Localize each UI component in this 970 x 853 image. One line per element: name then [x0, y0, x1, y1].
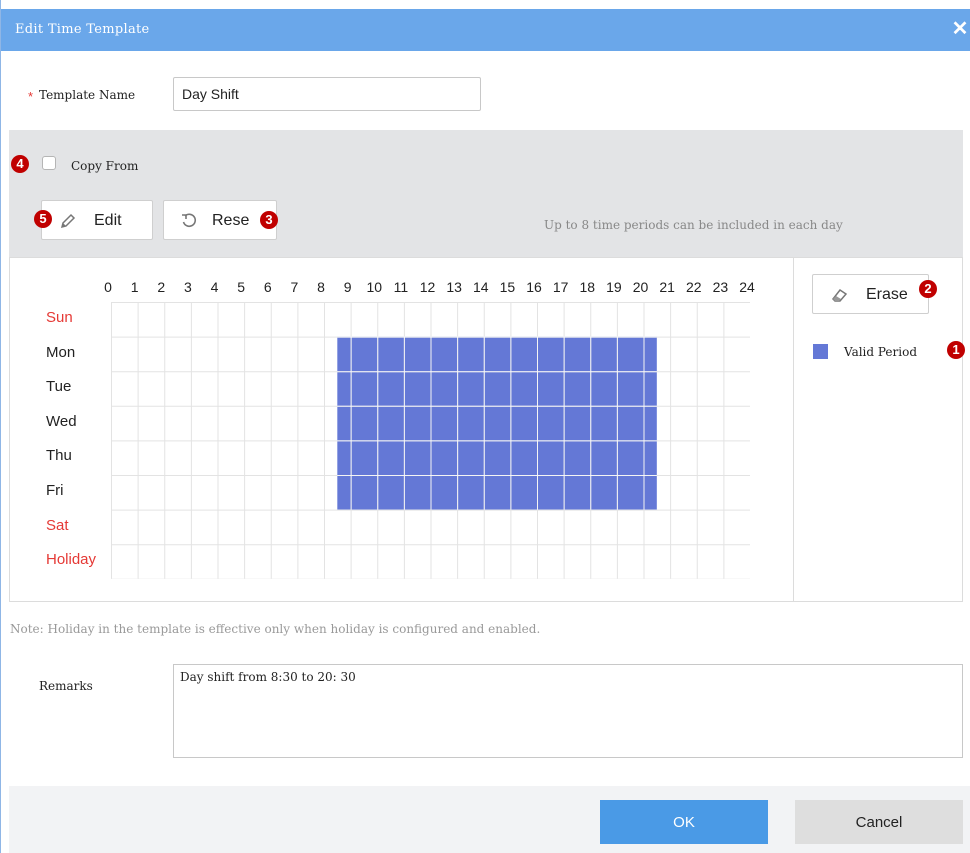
- copy-from-label: Copy From: [71, 159, 139, 173]
- template-name-label: Template Name: [39, 88, 136, 102]
- hour-label: 18: [579, 279, 596, 295]
- hour-label: 0: [104, 279, 112, 295]
- callout-badge-5: 5: [34, 210, 52, 228]
- hour-label: 23: [712, 279, 729, 295]
- remarks-label: Remarks: [39, 679, 93, 693]
- template-name-input[interactable]: [173, 77, 481, 111]
- erase-button-label: Erase: [866, 286, 908, 303]
- erase-button[interactable]: Erase: [812, 274, 929, 314]
- divider: [793, 257, 794, 602]
- ok-button[interactable]: OK: [600, 800, 768, 844]
- callout-badge-3: 3: [260, 211, 278, 229]
- day-label: Thu: [46, 447, 72, 465]
- valid-period-block[interactable]: [337, 475, 657, 510]
- copy-from-checkbox[interactable]: [42, 156, 56, 170]
- hour-label: 2: [157, 279, 166, 295]
- callout-badge-1: 1: [947, 341, 965, 359]
- pencil-icon: [60, 213, 76, 229]
- hour-label: 24: [739, 279, 755, 295]
- valid-period-block[interactable]: [337, 405, 657, 441]
- hour-label: 9: [343, 279, 352, 295]
- day-label: Tue: [46, 378, 72, 396]
- remarks-textarea[interactable]: Day shift from 8:30 to 20: 30: [173, 664, 963, 758]
- hour-label: 17: [552, 279, 569, 295]
- hour-label: 12: [419, 279, 436, 295]
- dialog-title: Edit Time Template: [15, 22, 150, 37]
- hour-label: 13: [446, 279, 462, 295]
- valid-period-label: Valid Period: [844, 345, 918, 359]
- hour-label: 5: [237, 279, 246, 295]
- day-label: Sun: [46, 309, 73, 326]
- eraser-icon: [832, 288, 848, 302]
- day-label: Sat: [46, 516, 69, 534]
- hour-label: 4: [210, 279, 219, 295]
- day-label: Wed: [46, 412, 77, 430]
- dialog-titlebar: Edit Time Template ✕: [1, 9, 970, 51]
- day-label: Mon: [46, 343, 76, 361]
- hour-label: 14: [472, 279, 489, 295]
- cancel-button[interactable]: Cancel: [795, 800, 963, 844]
- reset-button-label: Rese: [212, 212, 250, 229]
- valid-period-block[interactable]: [337, 371, 657, 406]
- valid-period-block[interactable]: [337, 336, 657, 372]
- valid-period-swatch: [813, 344, 828, 359]
- hour-label: 7: [290, 279, 299, 295]
- day-label: Holiday: [46, 551, 97, 569]
- hour-label: 15: [499, 279, 516, 295]
- hour-label: 8: [317, 279, 325, 295]
- hour-label: 21: [659, 279, 675, 295]
- holiday-note: Note: Holiday in the template is effecti…: [10, 622, 541, 636]
- valid-period-block[interactable]: [337, 440, 657, 475]
- close-icon[interactable]: ✕: [949, 17, 970, 41]
- edit-button-label: Edit: [94, 212, 122, 229]
- schedule-grid[interactable]: [111, 302, 750, 579]
- hour-label: 20: [632, 279, 649, 295]
- hour-label: 16: [526, 279, 542, 295]
- hour-label: 3: [183, 279, 192, 295]
- day-label: Fri: [46, 482, 64, 499]
- edit-button[interactable]: Edit: [41, 200, 153, 240]
- hour-label: 22: [685, 279, 702, 295]
- required-marker: *: [28, 89, 34, 104]
- time-period-hint: Up to 8 time periods can be included in …: [544, 218, 843, 232]
- reset-icon: [182, 213, 197, 228]
- callout-badge-4: 4: [11, 155, 29, 173]
- hour-label: 6: [263, 279, 272, 295]
- hour-label: 11: [393, 279, 409, 295]
- hour-label: 1: [130, 279, 139, 295]
- callout-badge-2: 2: [919, 280, 937, 298]
- edit-time-template-dialog: Edit Time Template ✕ * Template Name 4 C…: [0, 0, 970, 853]
- hour-label: 10: [366, 279, 383, 295]
- hour-label: 19: [606, 279, 622, 295]
